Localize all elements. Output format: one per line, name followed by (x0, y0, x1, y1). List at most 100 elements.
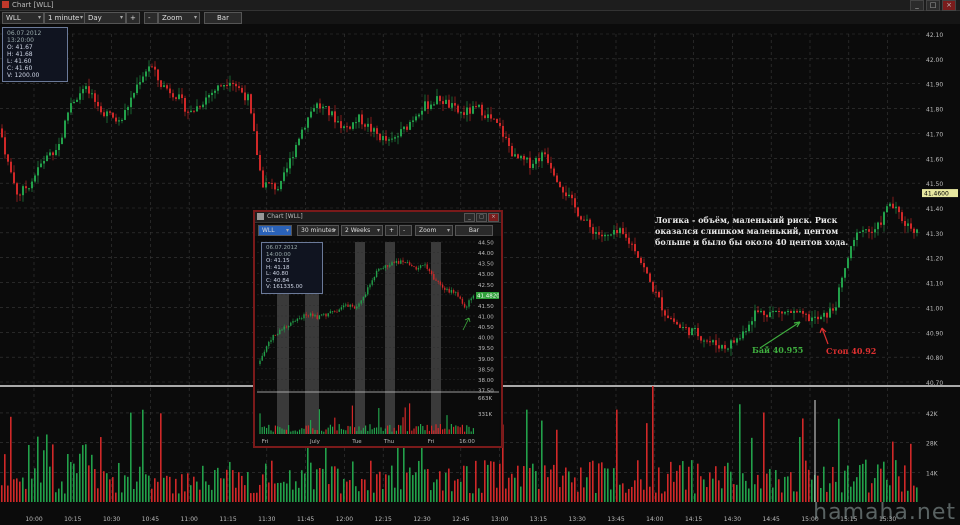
volume-bar (577, 491, 579, 502)
inner-volume-bar (466, 425, 468, 434)
candle-body (808, 314, 810, 322)
period-select[interactable]: Day ▾ (84, 12, 126, 24)
inner-volume-bar (391, 431, 393, 434)
volume-bar (310, 462, 312, 502)
inner-volume-bar (296, 431, 298, 434)
inner-info-volume: V: 161335.00 (266, 284, 303, 290)
candle-body (472, 106, 474, 114)
volume-bar (859, 465, 861, 502)
candle-body (730, 340, 732, 349)
candle-body (817, 316, 819, 320)
price-tick-label: 41.80 (926, 107, 943, 114)
inner-candle-body (353, 306, 356, 309)
volume-bar (85, 444, 87, 502)
minimize-button[interactable]: _ (910, 0, 924, 11)
inner-volume-bar (327, 427, 329, 434)
time-tick-label: 11:30 (258, 516, 275, 523)
candle-body (565, 192, 567, 197)
volume-bar (217, 467, 219, 502)
inner-candle-body (411, 264, 413, 267)
maximize-button[interactable]: □ (926, 0, 940, 11)
inner-zoom-select[interactable]: Zoom ▾ (415, 225, 453, 236)
volume-bar (898, 476, 900, 502)
volume-bar (601, 462, 603, 502)
volume-bar (196, 481, 198, 502)
inner-minimize-button[interactable]: _ (464, 213, 475, 222)
candle-body (148, 66, 150, 72)
inner-interval-select[interactable]: 30 minutes ▾ (297, 225, 339, 236)
volume-bar (748, 488, 750, 502)
candle-body (847, 258, 849, 269)
volume-bar (424, 469, 426, 502)
inner-period-select[interactable]: 2 Weeks ▾ (341, 225, 383, 236)
volume-bar (883, 461, 885, 502)
inner-candle-body (320, 314, 323, 316)
candle-body (274, 183, 276, 190)
candle-body (448, 99, 450, 108)
candle-body (400, 129, 402, 137)
volume-bar (658, 467, 660, 502)
inner-volume-bar (351, 405, 353, 434)
inner-symbol-select[interactable]: WLL ▾ (258, 225, 292, 236)
candle-body (610, 234, 612, 236)
inner-candle-body (331, 311, 334, 313)
volume-bar (388, 475, 390, 502)
interval-select[interactable]: 1 minute ▾ (44, 12, 86, 24)
candle-body (268, 182, 270, 184)
volume-bar (223, 478, 225, 502)
candle-body (871, 231, 873, 233)
inner-maximize-button[interactable]: □ (476, 213, 487, 222)
volume-bar (637, 460, 639, 502)
volume-bar (172, 493, 174, 502)
candle-body (355, 122, 357, 124)
candle-body (121, 119, 123, 121)
volume-bar (331, 466, 333, 502)
inner-candle-body (312, 313, 314, 317)
candle-body (364, 124, 366, 127)
volume-bar (199, 489, 201, 502)
close-button[interactable]: × (942, 0, 956, 11)
inner-candle-body (340, 307, 343, 310)
inner-volume-bar (424, 430, 426, 434)
inner-close-button[interactable]: × (488, 213, 499, 222)
volume-bar (151, 488, 153, 502)
inner-volume-bar (310, 420, 312, 434)
inner-bar-type-button[interactable]: Bar (455, 225, 493, 236)
volume-bar (352, 461, 354, 502)
candle-body (244, 92, 246, 101)
inner-volume-bar (389, 424, 391, 434)
bar-type-button[interactable]: Bar (204, 12, 242, 24)
zoom-in-button[interactable]: + (126, 12, 140, 24)
inner-candle-body (301, 318, 303, 320)
window-controls: _ □ × (910, 0, 956, 11)
chevron-down-icon: ▾ (119, 14, 123, 21)
volume-bar (862, 463, 864, 502)
volume-bar (553, 464, 555, 502)
candle-body (763, 310, 765, 316)
candle-body (376, 128, 378, 134)
volume-bar (130, 412, 132, 502)
candle-body (607, 234, 609, 236)
inner-candle-body (338, 309, 340, 312)
inner-volume-bar (422, 426, 424, 434)
inner-candle-body (391, 262, 393, 266)
inner-volume-bar (349, 426, 351, 434)
volume-bar (1, 485, 3, 502)
volume-bar (769, 469, 771, 502)
inner-volume-bar (439, 424, 441, 434)
candle-body (82, 89, 84, 94)
inner-zoom-in-button[interactable]: + (385, 225, 398, 236)
volume-bar (91, 454, 93, 502)
zoom-out-button[interactable]: - (144, 12, 158, 24)
volume-bar (616, 409, 618, 502)
volume-bar (289, 470, 291, 502)
chevron-down-icon: ▾ (79, 14, 83, 21)
inner-zoom-out-button[interactable]: - (399, 225, 412, 236)
inner-volume-bar (464, 431, 466, 434)
symbol-select[interactable]: WLL ▾ (2, 12, 44, 24)
candle-body (301, 129, 303, 139)
inner-chart-window[interactable]: Chart [WLL] _ □ × WLL ▾ 30 minutes ▾ 2 Wee… (253, 210, 503, 448)
inner-candle-body (413, 266, 415, 267)
zoom-select[interactable]: Zoom ▾ (158, 12, 200, 24)
volume-bar (592, 460, 594, 502)
